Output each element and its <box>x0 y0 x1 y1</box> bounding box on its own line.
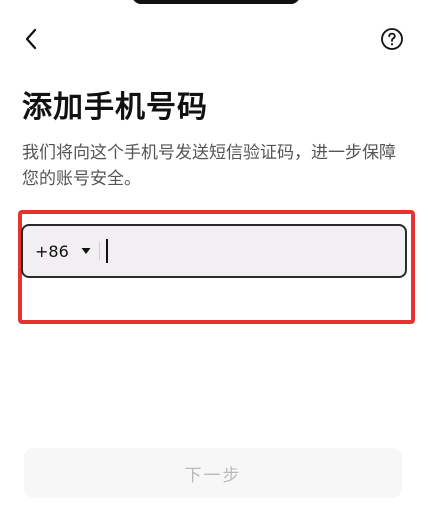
next-step-button[interactable]: 下一步 <box>24 448 402 498</box>
text-cursor <box>106 239 108 263</box>
help-button[interactable] <box>378 25 406 53</box>
camera-notch <box>132 0 300 4</box>
back-button[interactable] <box>16 24 46 54</box>
phone-number-input[interactable] <box>99 225 405 277</box>
phone-input-row: +86 <box>21 224 407 278</box>
chevron-left-icon <box>25 28 37 50</box>
caret-down-icon <box>81 246 91 256</box>
country-code-value: +86 <box>35 241 69 261</box>
help-circle-icon <box>381 28 403 50</box>
page-title: 添加手机号码 <box>22 90 208 125</box>
country-code-selector[interactable]: +86 <box>23 226 91 276</box>
page-description: 我们将向这个手机号发送短信验证码，进一步保障您的账号安全。 <box>22 143 396 189</box>
